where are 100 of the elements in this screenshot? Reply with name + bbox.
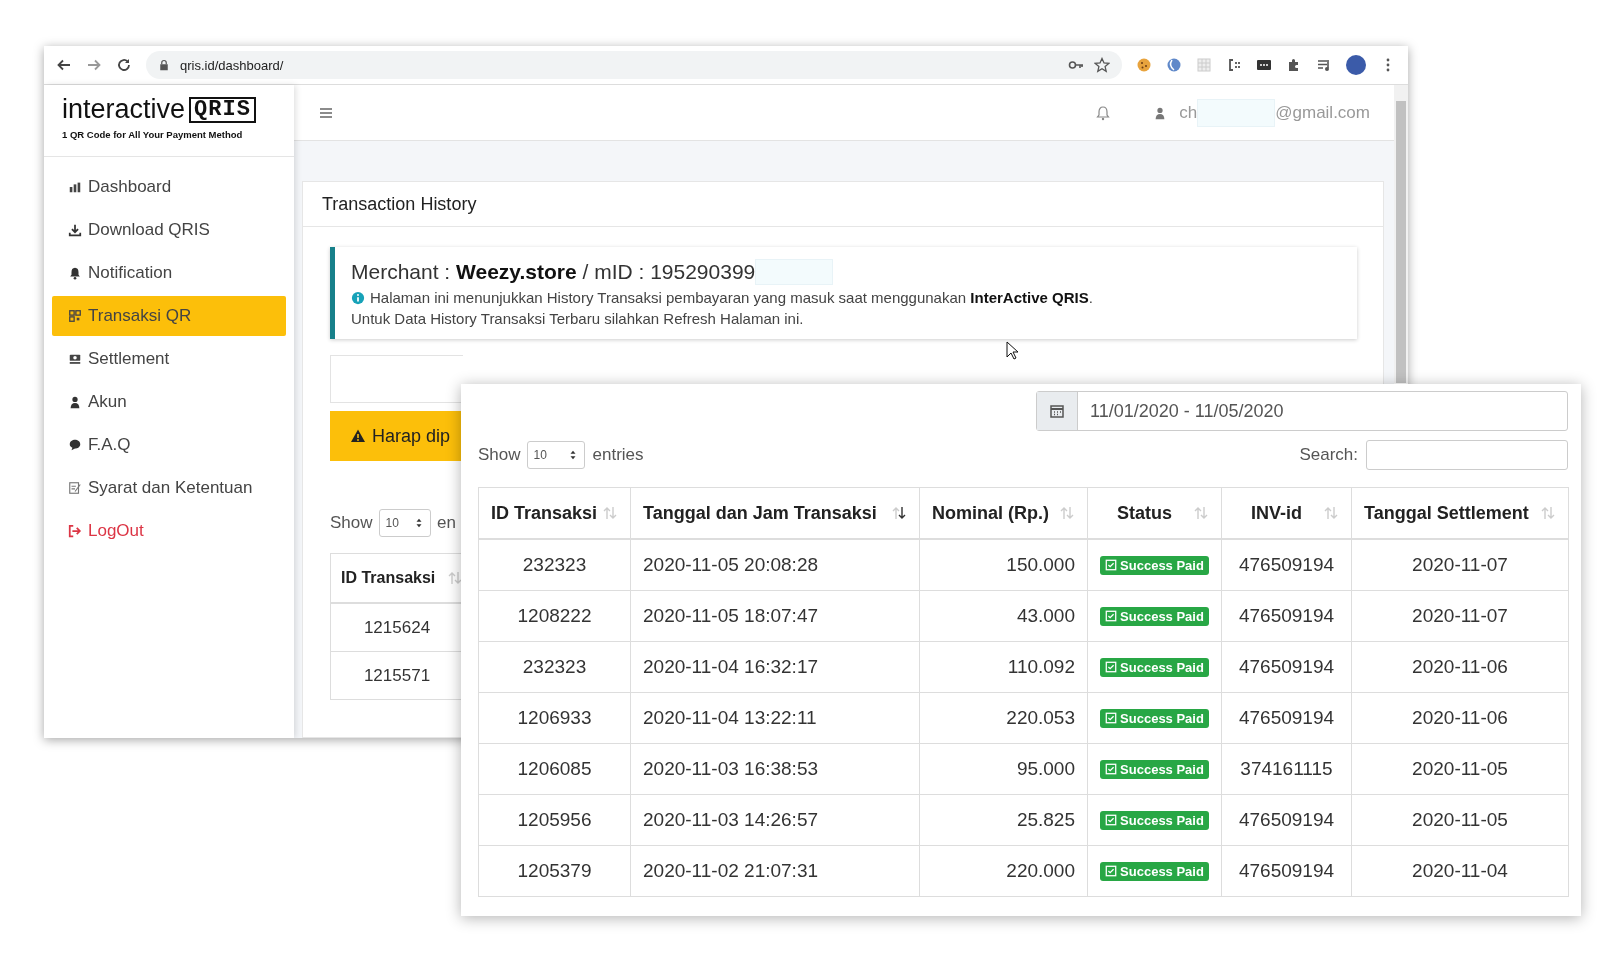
profile-avatar[interactable] xyxy=(1346,55,1366,75)
sidebar-item[interactable]: Dashboard xyxy=(52,167,286,207)
table-cell: 110.092 xyxy=(919,641,1088,693)
status-badge: Success Paid xyxy=(1100,759,1209,779)
user-email: @gmail.com xyxy=(1275,102,1370,123)
show-label: Show xyxy=(330,513,373,533)
reload-icon xyxy=(116,57,132,73)
table-cell: 2020-11-06 xyxy=(1351,692,1569,744)
status-badge: Success Paid xyxy=(1100,861,1209,881)
lock-icon xyxy=(158,59,170,71)
qr-code-icon xyxy=(68,309,82,323)
table-cell: 232323 xyxy=(478,539,631,591)
checkbox-icon xyxy=(1105,865,1118,877)
column-header[interactable]: ID Transaksi xyxy=(341,569,436,587)
logo-mark: QRIS xyxy=(189,97,256,123)
table-cell: 2020-11-04 xyxy=(1351,845,1569,897)
entries-select[interactable]: 10 xyxy=(378,509,432,537)
table-cell: 2020-11-07 xyxy=(1351,539,1569,591)
checkbox-icon xyxy=(1105,763,1118,775)
mouse-cursor-icon xyxy=(1006,341,1020,361)
column-header[interactable]: ID Transaksi xyxy=(478,487,631,539)
table-cell: 1205379 xyxy=(478,845,631,897)
warning-button[interactable]: Harap dip xyxy=(330,411,462,461)
info-note: Halaman ini menunjukkan History Transaksi pembayaran yang masuk saat menggunakan InterActive QRIS. xyxy=(370,289,1093,306)
status-badge: Success Paid xyxy=(1100,708,1209,728)
table-cell: 476509194 xyxy=(1221,641,1352,693)
table-cell: 2020-11-07 xyxy=(1351,590,1569,642)
table-cell: 2020-11-02 21:07:31 xyxy=(630,845,920,897)
show-label: Show xyxy=(478,445,521,465)
info-icon xyxy=(351,290,365,305)
checkbox-icon xyxy=(1105,559,1118,571)
sort-icon xyxy=(447,570,463,586)
status-badge: Success Paid xyxy=(1100,657,1209,677)
column-header[interactable]: Tanggal dan Jam Transaksi xyxy=(630,487,920,539)
address-bar[interactable]: qris.id/dashboard/ xyxy=(146,51,1122,79)
sidebar-item[interactable]: LogOut xyxy=(52,511,286,551)
forward-icon xyxy=(86,57,102,73)
download-icon xyxy=(68,223,82,237)
playlist-icon xyxy=(1316,57,1332,73)
table-cell: 25.825 xyxy=(919,794,1088,846)
calendar-icon xyxy=(1049,403,1065,419)
info-note: Untuk Data History Transaksi Terbaru silahkan Refresh Halaman ini. xyxy=(351,310,804,327)
table-cell: 476509194 xyxy=(1221,590,1352,642)
card-title: Transaction History xyxy=(322,193,477,215)
table-cell: 95.000 xyxy=(919,743,1088,795)
entries-select[interactable]: 10 xyxy=(526,441,585,469)
table-cell: 2020-11-03 16:38:53 xyxy=(630,743,920,795)
date-range-field[interactable]: 11/01/2020 - 11/05/2020 xyxy=(1036,391,1568,431)
grid-icon xyxy=(1196,57,1212,73)
terminal-icon xyxy=(1256,57,1272,73)
checkbox-icon xyxy=(1105,661,1118,673)
merchant-info: Merchant : Weezy.store / mID : 195290399 xyxy=(351,260,756,284)
table-cell: 150.000 xyxy=(919,539,1088,591)
table-cell: 476509194 xyxy=(1221,794,1352,846)
column-header[interactable]: INV-id xyxy=(1221,487,1352,539)
bell-icon xyxy=(68,266,82,280)
back-icon xyxy=(56,57,72,73)
sidebar-item[interactable]: Akun xyxy=(52,382,286,422)
sidebar-item[interactable]: Settlement xyxy=(52,339,286,379)
user-icon xyxy=(68,395,82,409)
warning-icon xyxy=(350,428,366,444)
sidebar-item[interactable]: Download QRIS xyxy=(52,210,286,250)
logo-text: interactive xyxy=(62,95,186,123)
bracket-icon xyxy=(1226,57,1242,73)
table-cell: 2020-11-03 14:26:57 xyxy=(630,794,920,846)
sidebar-item[interactable]: Syarat dan Ketentuan xyxy=(52,468,286,508)
scrollbar[interactable] xyxy=(1394,85,1408,383)
table-cell: 43.000 xyxy=(919,590,1088,642)
user-email: ch xyxy=(1179,102,1198,123)
table-cell: 476509194 xyxy=(1221,692,1352,744)
sidebar-item[interactable]: Notification xyxy=(52,253,286,293)
table-cell: 2020-11-04 16:32:17 xyxy=(630,641,920,693)
status-badge: Success Paid xyxy=(1100,606,1209,626)
status-badge: Success Paid xyxy=(1100,810,1209,830)
table-cell: 2020-11-06 xyxy=(1351,641,1569,693)
logout-icon xyxy=(68,524,82,538)
status-badge: Success Paid xyxy=(1100,555,1209,575)
table-cell: 220.053 xyxy=(919,692,1088,744)
entries-label: entries xyxy=(592,445,644,465)
table-cell: 2020-11-04 13:22:11 xyxy=(630,692,920,744)
table-cell: 374161115 xyxy=(1221,743,1352,795)
logo-tagline: 1 QR Code for All Your Payment Method xyxy=(62,129,244,140)
table-cell: 2020-11-05 18:07:47 xyxy=(630,590,920,642)
table-cell: 476509194 xyxy=(1221,539,1352,591)
search-field[interactable] xyxy=(1366,440,1568,470)
sidebar-item[interactable]: F.A.Q xyxy=(52,425,286,465)
column-header[interactable]: Nominal (Rp.) xyxy=(919,487,1088,539)
column-header[interactable]: Tanggal Settlement xyxy=(1351,487,1569,539)
table-cell: 1206085 xyxy=(478,743,631,795)
cookie-icon xyxy=(1136,57,1152,73)
table-cell: 1205956 xyxy=(478,794,631,846)
table-cell: 232323 xyxy=(478,641,631,693)
sidebar-item[interactable]: Transaksi QR xyxy=(52,296,286,336)
table-cell: 1208222 xyxy=(478,590,631,642)
checkbox-icon xyxy=(1105,712,1118,724)
document-icon xyxy=(68,481,82,495)
search-label: Search: xyxy=(1299,445,1358,465)
column-header[interactable]: Status xyxy=(1087,487,1222,539)
table-cell: 1206933 xyxy=(478,692,631,744)
money-icon xyxy=(68,352,82,366)
